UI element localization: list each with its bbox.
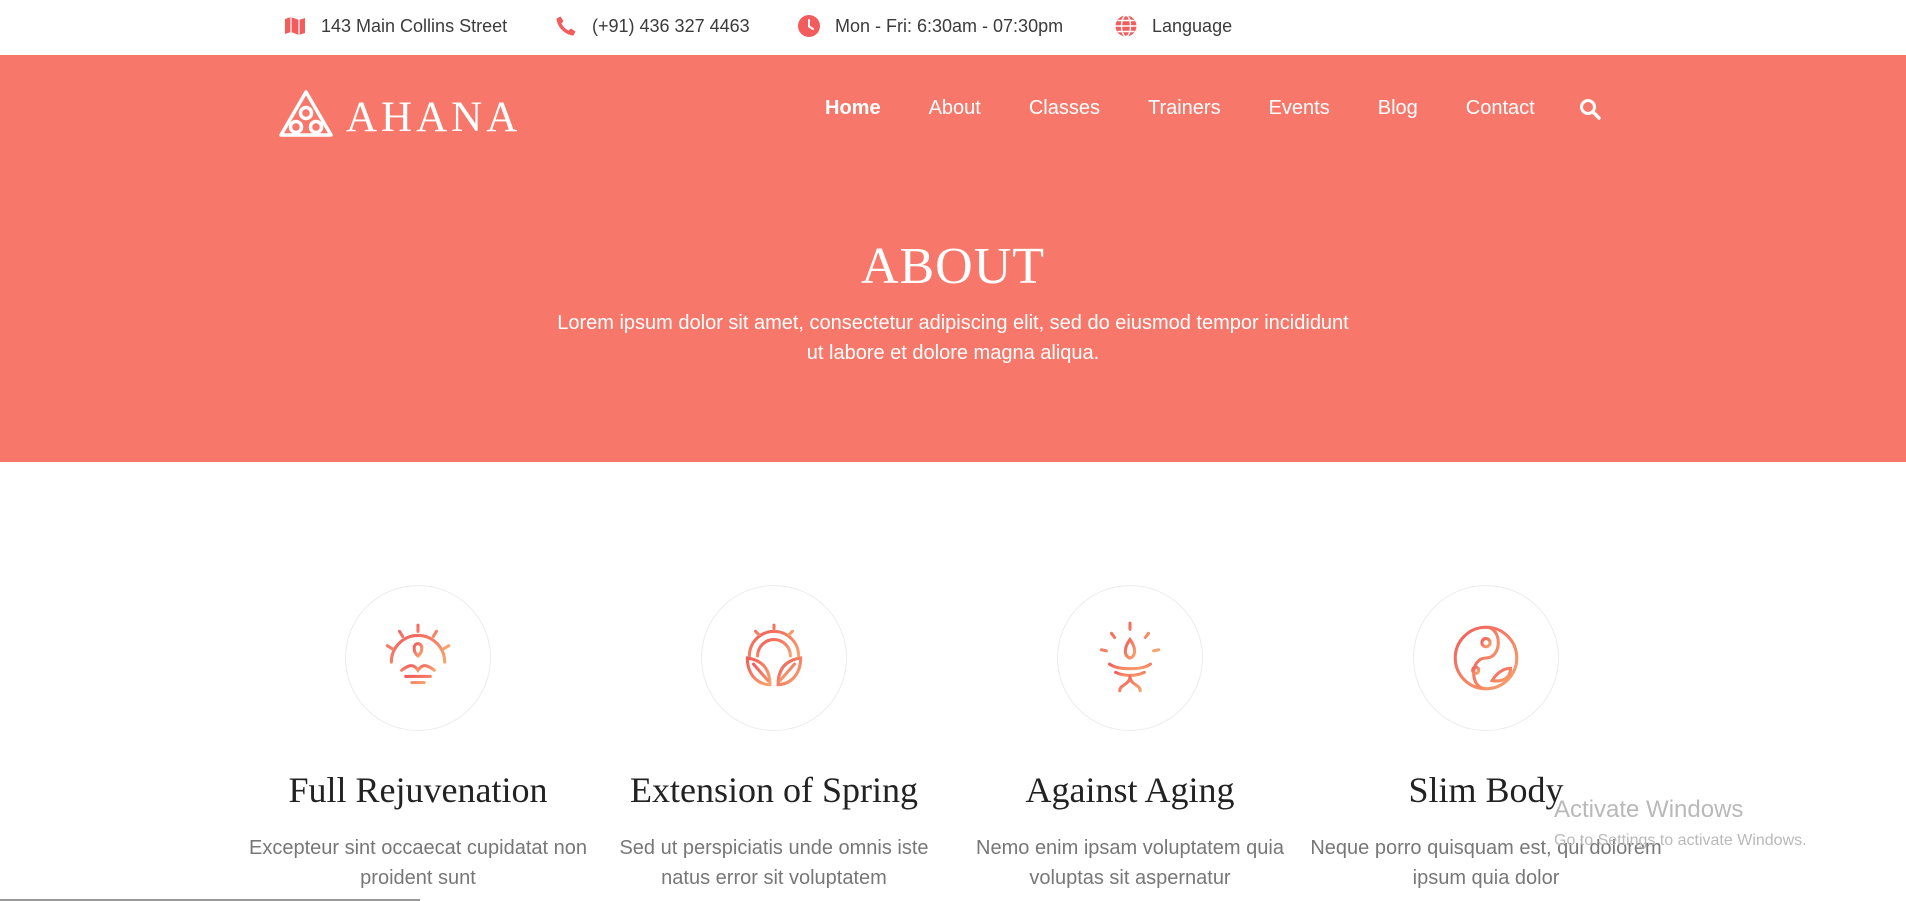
feature-description: Sed ut perspiciatis unde omnis iste natu… — [619, 837, 929, 889]
lotus-drop-icon — [1099, 621, 1161, 693]
nav-events[interactable]: Events — [1269, 97, 1330, 120]
phone-info: (+91) 436 327 4463 — [554, 14, 750, 38]
address-text: 143 Main Collins Street — [321, 15, 508, 36]
feature-icon-circle — [345, 585, 491, 731]
feature-title: Full Rejuvenation — [288, 770, 548, 810]
language-selector[interactable]: Language — [1114, 14, 1232, 38]
nav-classes[interactable]: Classes — [1029, 97, 1100, 120]
nav-contact[interactable]: Contact — [1466, 97, 1535, 120]
yin-yang-leaf-icon — [1453, 625, 1519, 691]
feature-card: Against Aging Nemo enim ipsam voluptatem… — [950, 585, 1310, 893]
address-info: 143 Main Collins Street — [283, 14, 507, 38]
activate-windows-watermark: Activate Windows Go to Settings to activ… — [1554, 796, 1807, 850]
feature-icon-circle — [701, 585, 847, 731]
page-title: ABOUT — [860, 238, 1046, 295]
watermark-title: Activate Windows — [1554, 796, 1744, 823]
feature-icon-circle — [1057, 585, 1203, 731]
main-nav: Home About Classes Trainers Events Blog … — [825, 97, 1601, 120]
nav-home[interactable]: Home — [825, 97, 881, 120]
feature-card: Extension of Spring Sed ut perspiciatis … — [594, 585, 954, 893]
search-icon[interactable] — [1579, 98, 1601, 120]
phone-icon — [556, 16, 576, 36]
feature-card: Full Rejuvenation Excepteur sint occaeca… — [238, 585, 598, 893]
phone-text: (+91) 436 327 4463 — [592, 15, 750, 36]
language-label: Language — [1152, 15, 1233, 36]
feature-title: Extension of Spring — [630, 770, 918, 810]
sun-leaf-icon — [745, 623, 803, 687]
site-logo[interactable]: AHANA — [278, 85, 521, 142]
hours-info: Mon - Fri: 6:30am - 07:30pm — [797, 14, 1063, 38]
feature-icon-circle — [1413, 585, 1559, 731]
nav-about[interactable]: About — [929, 97, 981, 120]
watermark-subtitle: Go to Settings to activate Windows. — [1554, 832, 1807, 849]
nav-trainers[interactable]: Trainers — [1148, 97, 1221, 120]
feature-description: Nemo enim ipsam voluptatem quia voluptas… — [976, 837, 1284, 889]
feature-title: Against Aging — [1025, 770, 1235, 810]
hero-header: AHANA Home About Classes Trainers Events… — [0, 55, 1906, 462]
triquetra-logo-icon — [279, 89, 333, 137]
top-info-bar: 143 Main Collins Street (+91) 436 327 44… — [0, 0, 1906, 55]
hours-text: Mon - Fri: 6:30am - 07:30pm — [835, 15, 1064, 36]
nav-blog[interactable]: Blog — [1378, 97, 1418, 120]
feature-description: Excepteur sint occaecat cupidatat non pr… — [249, 837, 587, 889]
clock-icon — [798, 15, 820, 37]
globe-icon — [1115, 14, 1137, 38]
logo-text: AHANA — [346, 94, 522, 141]
meditation-sun-icon — [385, 623, 451, 685]
map-icon — [285, 17, 305, 35]
page-subtitle: Lorem ipsum dolor sit amet, consectetur … — [557, 312, 1349, 364]
